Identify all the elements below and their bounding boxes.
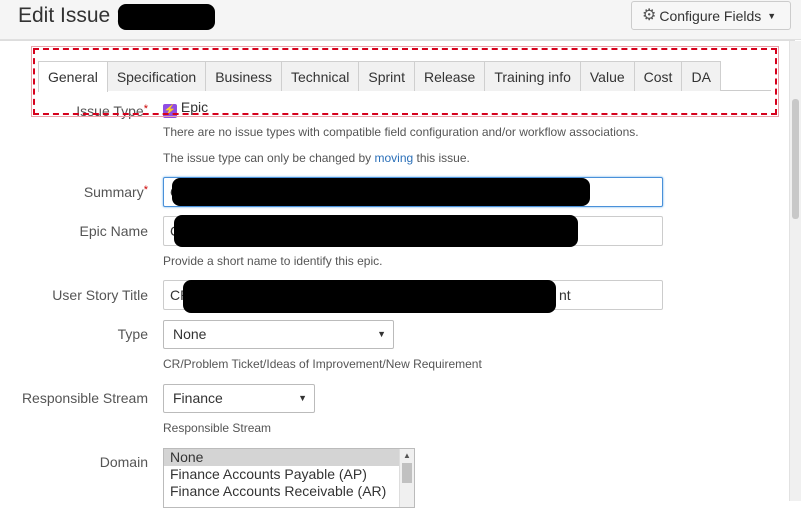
scrollbar-thumb[interactable] [792,99,799,219]
page-scrollbar[interactable] [789,41,801,501]
domain-listbox[interactable]: None Finance Accounts Payable (AP) Finan… [163,448,415,508]
chevron-down-icon: ▼ [298,393,307,403]
epic-name-hint: Provide a short name to identify this ep… [163,254,383,268]
selection-highlight [31,46,779,117]
moving-link[interactable]: moving [374,151,413,165]
type-hint: CR/Problem Ticket/Ideas of Improvement/N… [163,357,482,371]
chevron-up-icon[interactable]: ▲ [403,451,411,460]
redaction-user-story-title [183,280,556,313]
type-label: Type [117,326,148,342]
summary-label: Summary* [83,184,148,200]
redaction-summary [172,178,590,206]
list-item[interactable]: Finance Accounts Payable (AP) [164,466,399,483]
dialog-header: Edit Issue : CP ⚙ Configure Fields ▼ [0,0,801,40]
listbox-scrollbar[interactable]: ▲ [399,449,414,507]
issue-type-move-hint: The issue type can only be changed by mo… [163,151,470,165]
responsible-stream-label: Responsible Stream [21,390,148,406]
divider [0,40,795,41]
responsible-stream-hint: Responsible Stream [163,421,272,435]
user-story-title-label: User Story Title [52,287,148,303]
domain-label: Domain [99,454,148,470]
chevron-down-icon: ▼ [377,329,386,339]
scrollbar-thumb[interactable] [402,463,412,483]
list-item[interactable]: None [164,449,399,466]
epic-name-label: Epic Name [79,223,148,239]
configure-fields-button[interactable]: ⚙ Configure Fields ▼ [631,1,791,30]
gear-icon: ⚙ [642,6,657,24]
type-select[interactable]: None ▼ [163,320,394,349]
redaction-title [118,4,215,30]
issue-type-hint: There are no issue types with compatible… [163,125,639,139]
responsible-stream-select[interactable]: Finance ▼ [163,384,315,413]
redaction-epic-name [174,215,578,247]
list-item[interactable]: Finance Accounts Receivable (AR) [164,483,399,500]
chevron-down-icon: ▼ [767,10,777,21]
